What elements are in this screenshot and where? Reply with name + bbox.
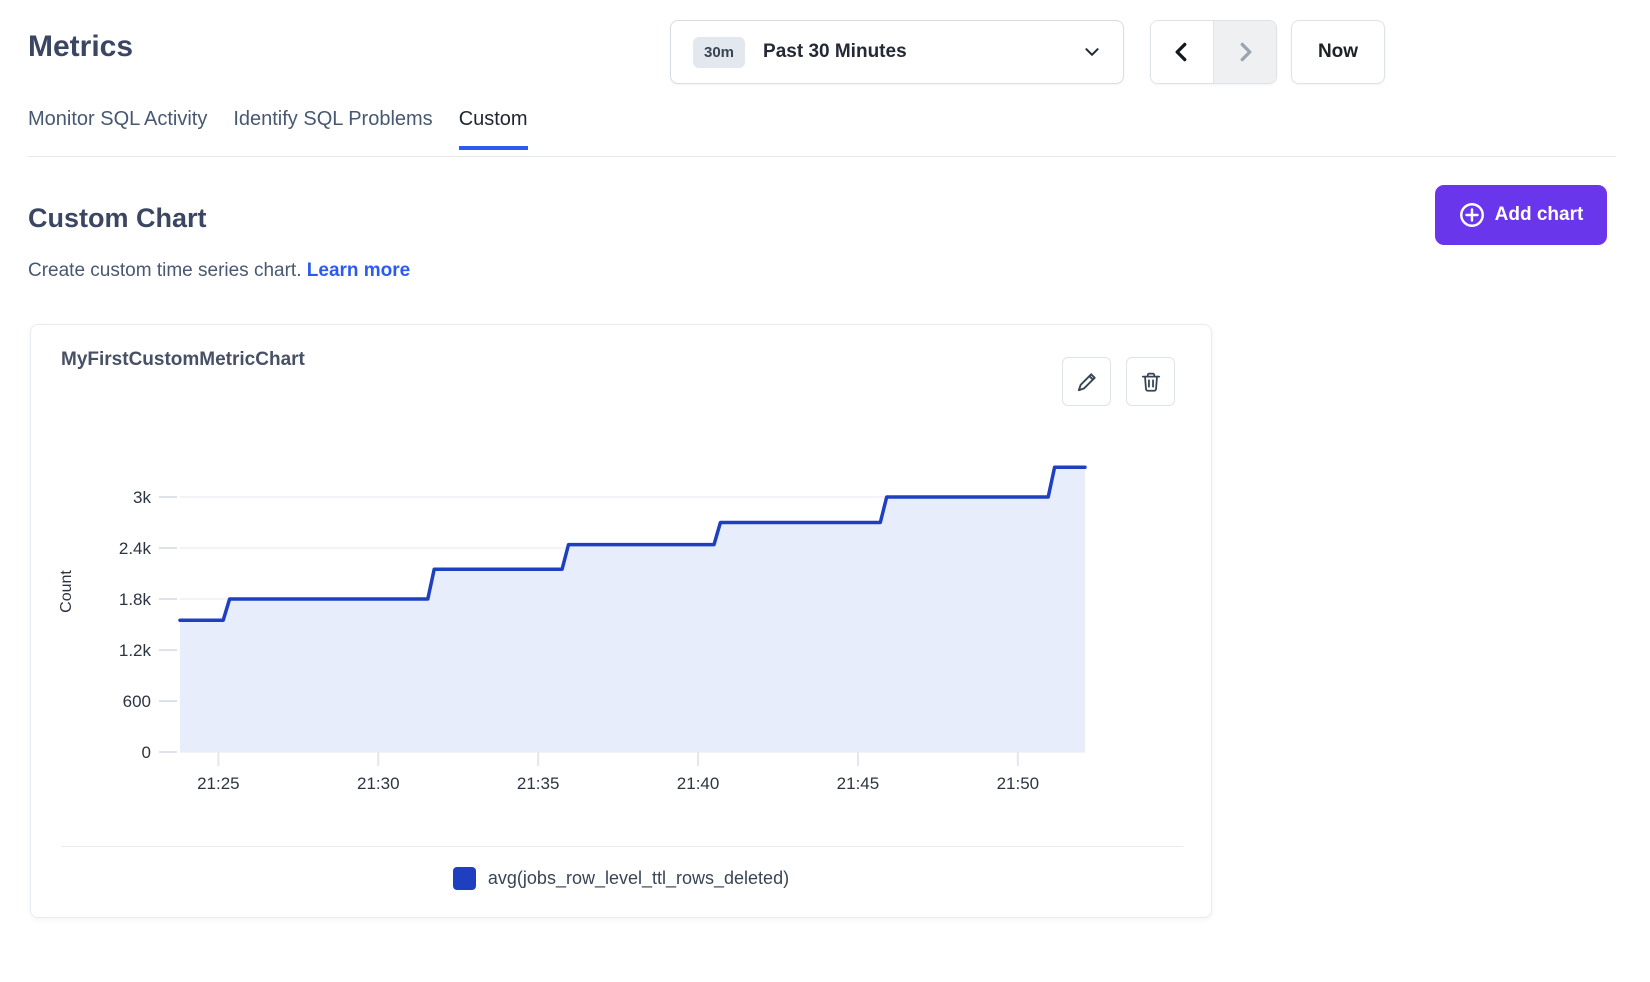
previous-interval-button[interactable] (1151, 21, 1214, 83)
svg-text:21:30: 21:30 (357, 774, 400, 793)
section-heading: Custom Chart (28, 203, 207, 234)
add-chart-label: Add chart (1495, 204, 1584, 226)
plus-circle-icon (1459, 202, 1485, 228)
time-range-dropdown[interactable]: 30m Past 30 Minutes (670, 20, 1124, 84)
card-divider (61, 846, 1183, 847)
next-interval-button[interactable] (1214, 21, 1277, 83)
svg-text:21:50: 21:50 (997, 774, 1040, 793)
chevron-right-icon (1234, 41, 1256, 63)
svg-text:21:25: 21:25 (197, 774, 240, 793)
time-range-label: Past 30 Minutes (763, 41, 1083, 63)
legend-series-label: avg(jobs_row_level_ttl_rows_deleted) (488, 868, 789, 889)
add-chart-button[interactable]: Add chart (1435, 185, 1607, 245)
custom-metric-chart: 0 600 1.2k 1.8k 2.4k 3k 21:25 21:30 21:35 21:40 21… (31, 325, 1213, 825)
page-title: Metrics (28, 30, 133, 64)
svg-text:2.4k: 2.4k (119, 539, 152, 558)
svg-text:1.2k: 1.2k (119, 641, 152, 660)
svg-text:21:40: 21:40 (677, 774, 720, 793)
custom-chart-card: MyFirstCustomMetricChart 06001.2k1.8k2.4… (30, 324, 1212, 918)
tab-custom[interactable]: Custom (459, 108, 528, 150)
chevron-left-icon (1171, 41, 1193, 63)
subtitle-text: Create custom time series chart. (28, 260, 301, 281)
now-button[interactable]: Now (1291, 20, 1385, 84)
svg-text:1.8k: 1.8k (119, 590, 152, 609)
svg-text:21:35: 21:35 (517, 774, 560, 793)
svg-text:21:45: 21:45 (837, 774, 880, 793)
time-range-badge: 30m (693, 37, 745, 68)
svg-text:600: 600 (123, 692, 151, 711)
svg-text:3k: 3k (133, 488, 151, 507)
time-nav-group (1150, 20, 1277, 84)
tab-identify-sql-problems[interactable]: Identify SQL Problems (233, 108, 432, 150)
svg-text:Count: Count (58, 570, 75, 613)
svg-text:0: 0 (142, 743, 151, 762)
metrics-tabs: Monitor SQL Activity Identify SQL Proble… (28, 108, 528, 150)
chart-legend: avg(jobs_row_level_ttl_rows_deleted) (31, 867, 1211, 890)
legend-swatch (453, 867, 476, 890)
learn-more-link[interactable]: Learn more (307, 260, 410, 281)
chevron-down-icon (1083, 43, 1101, 61)
tab-monitor-sql-activity[interactable]: Monitor SQL Activity (28, 108, 207, 150)
tabs-divider (28, 156, 1616, 157)
section-subtitle: Create custom time series chart. Learn m… (28, 260, 410, 282)
